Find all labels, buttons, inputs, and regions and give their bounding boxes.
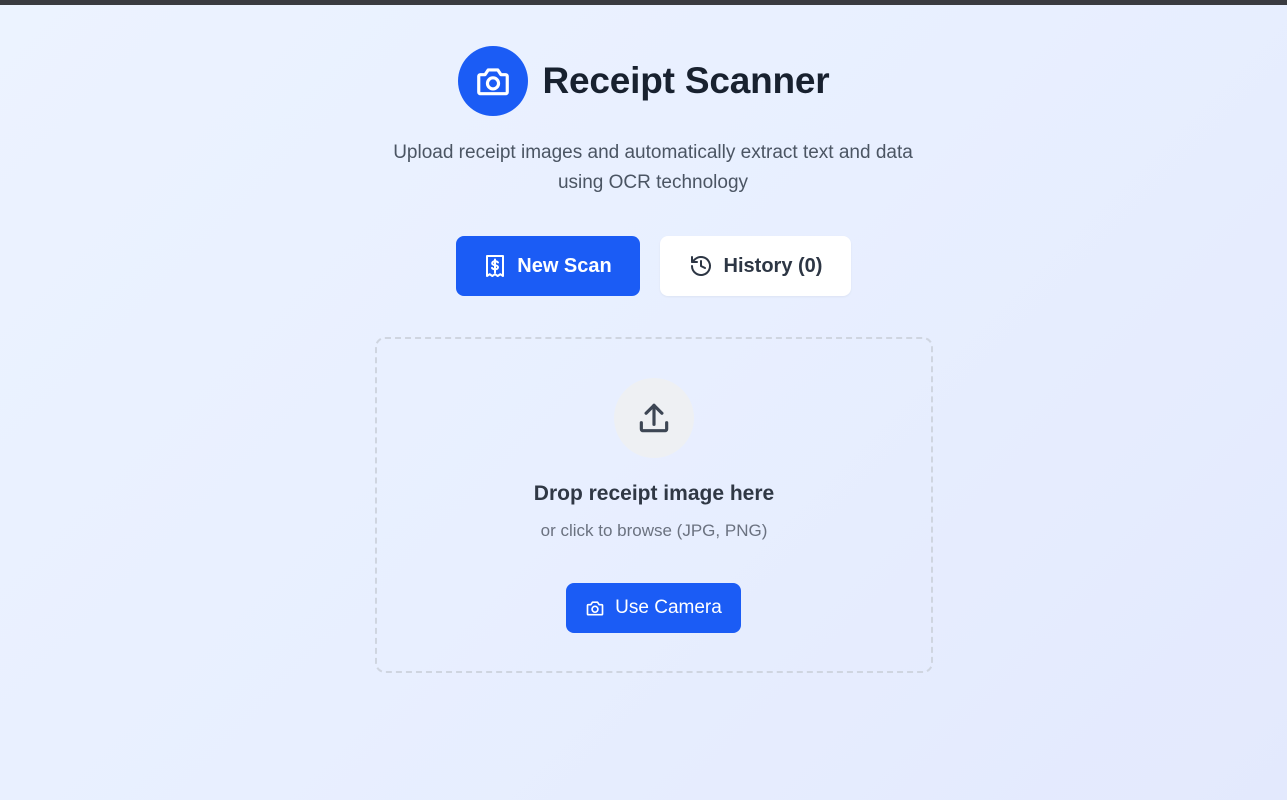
tab-new-scan[interactable]: New Scan — [456, 236, 640, 296]
upload-icon — [639, 403, 669, 433]
receipt-dollar-icon — [486, 255, 505, 277]
tab-history-label: History (0) — [723, 254, 823, 277]
window-top-strip — [0, 0, 1287, 5]
dropzone-title: Drop receipt image here — [533, 482, 775, 505]
camera-icon — [476, 68, 509, 96]
use-camera-label: Use Camera — [615, 597, 722, 618]
tab-history[interactable]: History (0) — [660, 236, 851, 296]
upload-icon-badge — [614, 378, 694, 458]
logo-badge — [457, 46, 528, 116]
page-subtitle: Upload receipt images and automatically … — [393, 142, 913, 193]
camera-icon — [586, 601, 604, 616]
dropzone-hint: or click to browse (JPG, PNG) — [540, 521, 768, 540]
tab-new-scan-label: New Scan — [517, 254, 612, 277]
page-title: Receipt Scanner — [542, 60, 830, 101]
use-camera-button[interactable]: Use Camera — [566, 583, 741, 633]
history-icon — [690, 256, 711, 276]
app-header: Receipt Scanner — [0, 46, 1287, 116]
